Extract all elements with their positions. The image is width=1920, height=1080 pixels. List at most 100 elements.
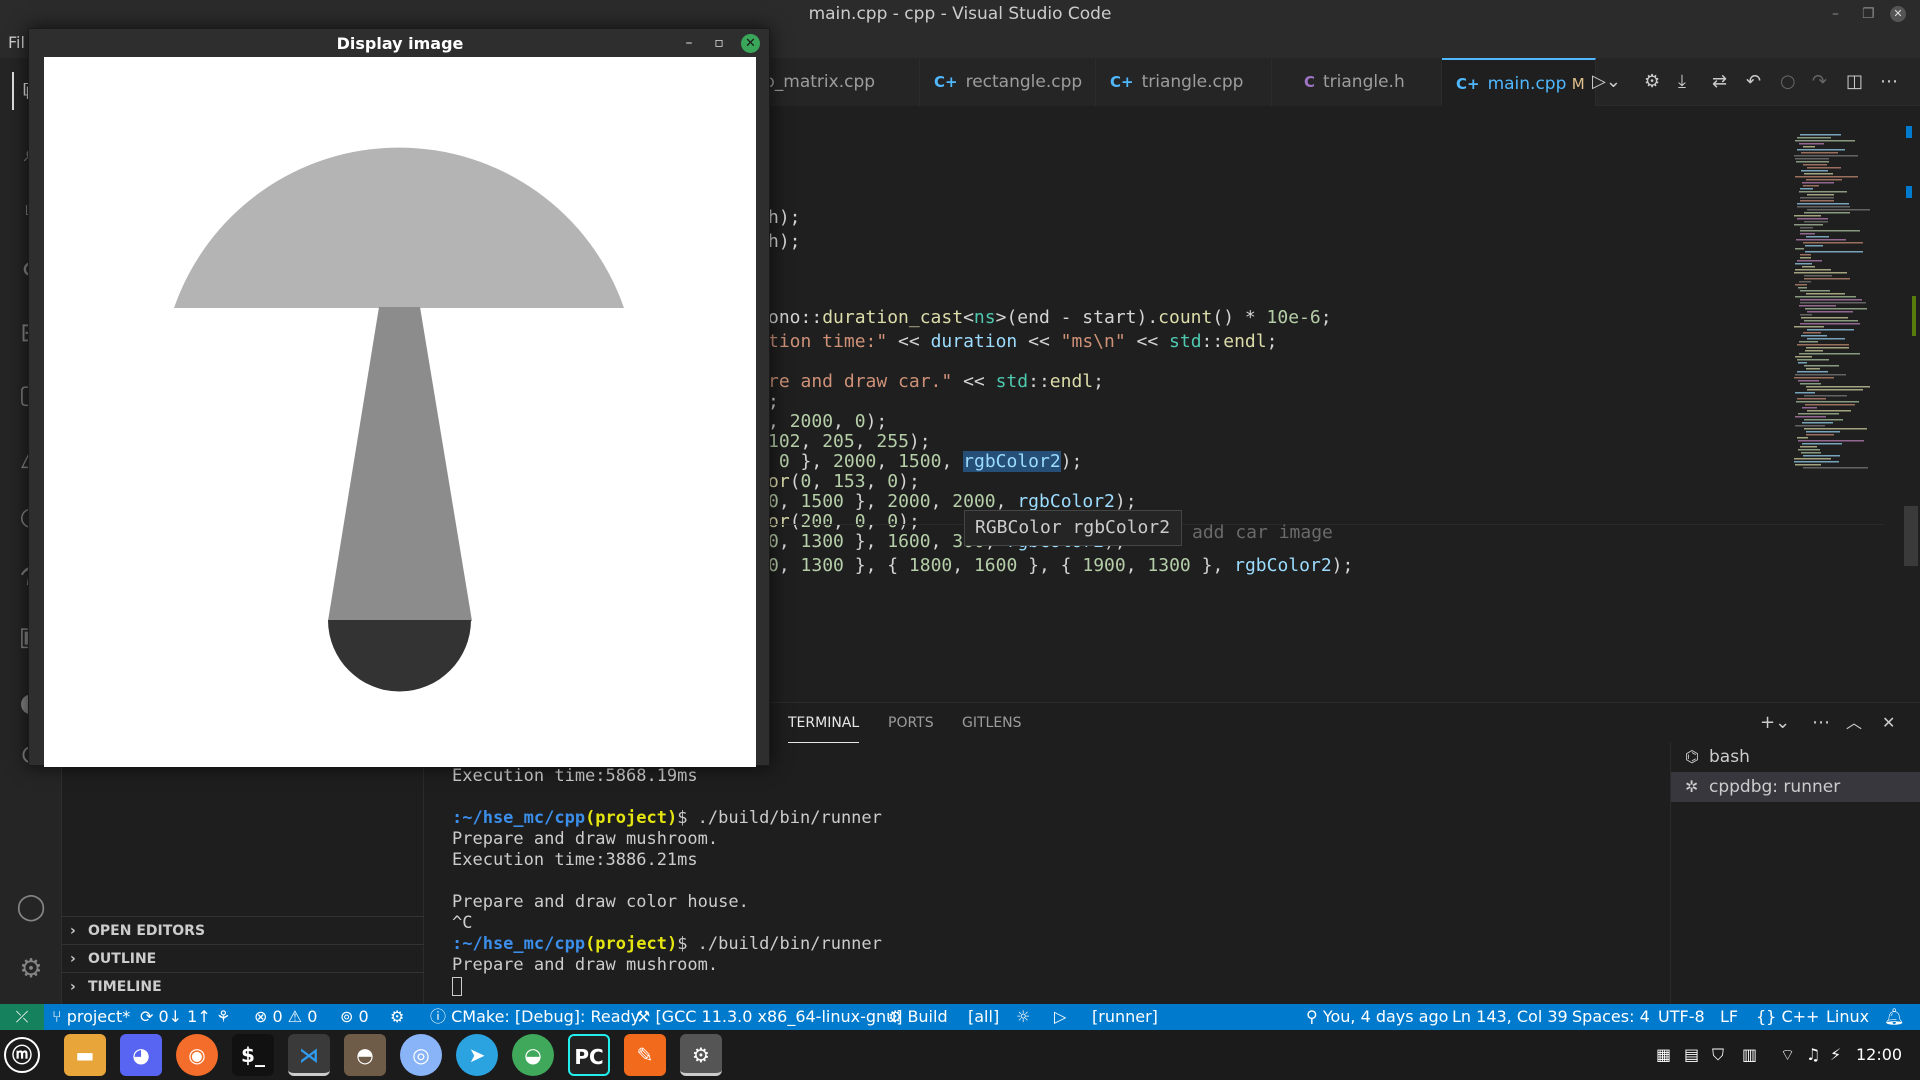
tab-main-cpp[interactable]: C+main.cpp M ✕ [1442,58,1596,142]
tab-ports[interactable]: PORTS [888,703,934,743]
discord-icon[interactable]: ◕ [120,1034,162,1076]
section-open-editors[interactable]: › OPEN EDITORS [62,916,424,944]
terminal-line: ^C [452,913,473,933]
encoding-status[interactable]: UTF-8 [1658,1004,1705,1030]
launch-target[interactable]: [runner] [1092,1004,1158,1030]
terminal-line: Prepare and draw mushroom. [452,829,719,849]
forward-icon[interactable]: ↷ [1812,58,1827,106]
more-actions-icon[interactable]: ⋯ [1812,703,1830,743]
clock[interactable]: 12:00 [1856,1030,1902,1080]
notifications-icon[interactable]: 🔔︎ [1884,1004,1904,1030]
display-close-button[interactable]: ✕ [741,34,760,53]
run-icon[interactable]: ▷⌄ [1592,58,1621,106]
sound-icon[interactable]: ♫ [1806,1030,1820,1080]
sync-status[interactable]: ⟳ 0↓ 1↑ [140,1004,211,1030]
terminal-item-cppdbg[interactable]: ✲ cppdbg: runner [1671,772,1920,802]
language-status[interactable]: {} C++ [1756,1004,1819,1030]
display-image-window[interactable]: Display image – ▫ ✕ [28,28,770,767]
minimap-line [1804,365,1839,367]
blame-status[interactable]: ⚲ You, 4 days ago [1306,1004,1448,1030]
kit-status[interactable]: ⚒ [GCC 11.3.0 x86_64-linux-gnu] [636,1004,903,1030]
maximize-button[interactable]: ❐ [1862,0,1875,28]
cmake-status[interactable]: ⓘ CMake: [Debug]: Ready [430,1004,640,1030]
tab-triangle-h[interactable]: Ctriangle.h [1272,58,1442,106]
settings-app-icon[interactable]: ⚙ [680,1034,722,1076]
minimap-line [1800,134,1841,136]
pycharm-icon[interactable]: PC [568,1034,610,1076]
menu-file[interactable]: Fil [8,33,25,52]
minimap-line [1803,242,1863,244]
compare-icon[interactable]: ⇄ [1712,58,1727,106]
circle-icon[interactable]: ○ [1780,58,1796,106]
close-button[interactable]: ✕ [1890,6,1906,22]
telegram-icon[interactable]: ➤ [456,1034,498,1076]
maximize-panel-icon[interactable]: ︿ [1846,703,1862,743]
section-outline[interactable]: › OUTLINE [62,944,424,972]
cursor-position[interactable]: Ln 143, Col 39 [1452,1004,1568,1030]
publish-icon[interactable]: ⚘ [216,1004,230,1030]
new-terminal-icon[interactable]: +⌄ [1760,703,1790,743]
display-minimize-button[interactable]: – [679,33,699,53]
shield-icon[interactable]: ⛉ [1712,1030,1724,1080]
tab-gitlens[interactable]: GITLENS [962,703,1022,743]
eol-status[interactable]: LF [1720,1004,1738,1030]
bluetooth-icon[interactable]: ▦ [1656,1030,1671,1080]
ports-status[interactable]: ⊚ 0 [340,1004,369,1030]
terminal-item-bash[interactable]: ⌬ bash [1671,742,1920,772]
account-icon[interactable]: ◯ [12,888,50,926]
build-target[interactable]: [all] [968,1004,999,1030]
code-token: 1600 [887,531,931,552]
remote-indicator-icon[interactable]: ⤫ [0,1004,44,1030]
terminal-output[interactable]: Execution time:5868.19ms:~/hse_mc/cpp(pr… [452,766,882,996]
editor-scrollbar[interactable] [1904,106,1918,702]
minimap-line [1806,386,1870,388]
files-icon[interactable]: ▬ [64,1034,106,1076]
section-timeline[interactable]: › TIMELINE [62,972,424,1000]
tab-terminal[interactable]: TERMINAL [788,703,860,743]
history-icon[interactable]: ↶ [1746,58,1761,106]
tab-b-matrix[interactable]: b_matrix.cpp [750,58,920,106]
branch-status[interactable]: ⑂ project* [52,1004,130,1030]
tab-rectangle[interactable]: C+ rectangle.cpp [920,58,1096,106]
problems-status[interactable]: ⊗ 0 ⚠ 0 [254,1004,317,1030]
gimp-icon[interactable]: ◓ [344,1034,386,1076]
terminal-app-icon[interactable]: $_ [232,1034,274,1076]
minimize-button[interactable]: – [1832,0,1839,28]
os-status[interactable]: Linux [1826,1004,1869,1030]
code-token: , [930,531,953,552]
network-app-icon[interactable]: ◒ [512,1034,554,1076]
debug-settings-icon[interactable]: ⚙ [1644,58,1660,106]
more-actions-icon[interactable]: ⋯ [1880,58,1898,106]
code-token: 1300 [800,555,844,576]
vscode-icon[interactable]: ⋊ [288,1034,330,1076]
gear-icon[interactable]: ⚙ [12,950,50,988]
minimap-line [1801,152,1838,154]
debug-button-icon[interactable]: ☼ [1016,1004,1030,1030]
text-editor-icon[interactable]: ✎ [624,1034,666,1076]
clipboard-icon[interactable]: ▤ [1684,1030,1699,1080]
code-token: 1300 [800,531,844,552]
display-maximize-button[interactable]: ▫ [709,33,729,53]
cpp-file-icon: C+ [1110,73,1134,91]
launch-button-icon[interactable]: ▷ [1054,1004,1066,1030]
scroll-thumb[interactable] [1904,506,1918,566]
chromium-icon[interactable]: ◎ [400,1034,442,1076]
wifi-icon[interactable]: ⌔ [1780,1030,1795,1080]
firefox-icon[interactable]: ◉ [176,1034,218,1076]
app-menu-icon[interactable]: ⓜ [4,1037,40,1073]
close-panel-icon[interactable]: ✕ [1882,703,1895,743]
split-editor-icon[interactable]: ◫ [1846,58,1863,106]
tab-triangle-cpp[interactable]: C+ triangle.cpp [1096,58,1272,106]
minimap-line [1795,356,1812,358]
indentation-status[interactable]: Spaces: 4 [1572,1004,1650,1030]
keyboard-layout-icon[interactable]: ▥ [1742,1030,1757,1080]
code-token: 0 [887,471,899,492]
download-icon[interactable]: ⤓ [1678,58,1686,106]
cmake-icon[interactable]: ⚙ [390,1004,404,1030]
build-button[interactable]: ⚙ Build [888,1004,948,1030]
code-token: :: [1201,331,1224,352]
minimap-line [1799,305,1836,307]
minimap[interactable] [1784,130,1904,480]
power-icon[interactable]: ⚡︎ [1830,1030,1841,1080]
display-window-title: Display image [336,34,464,53]
